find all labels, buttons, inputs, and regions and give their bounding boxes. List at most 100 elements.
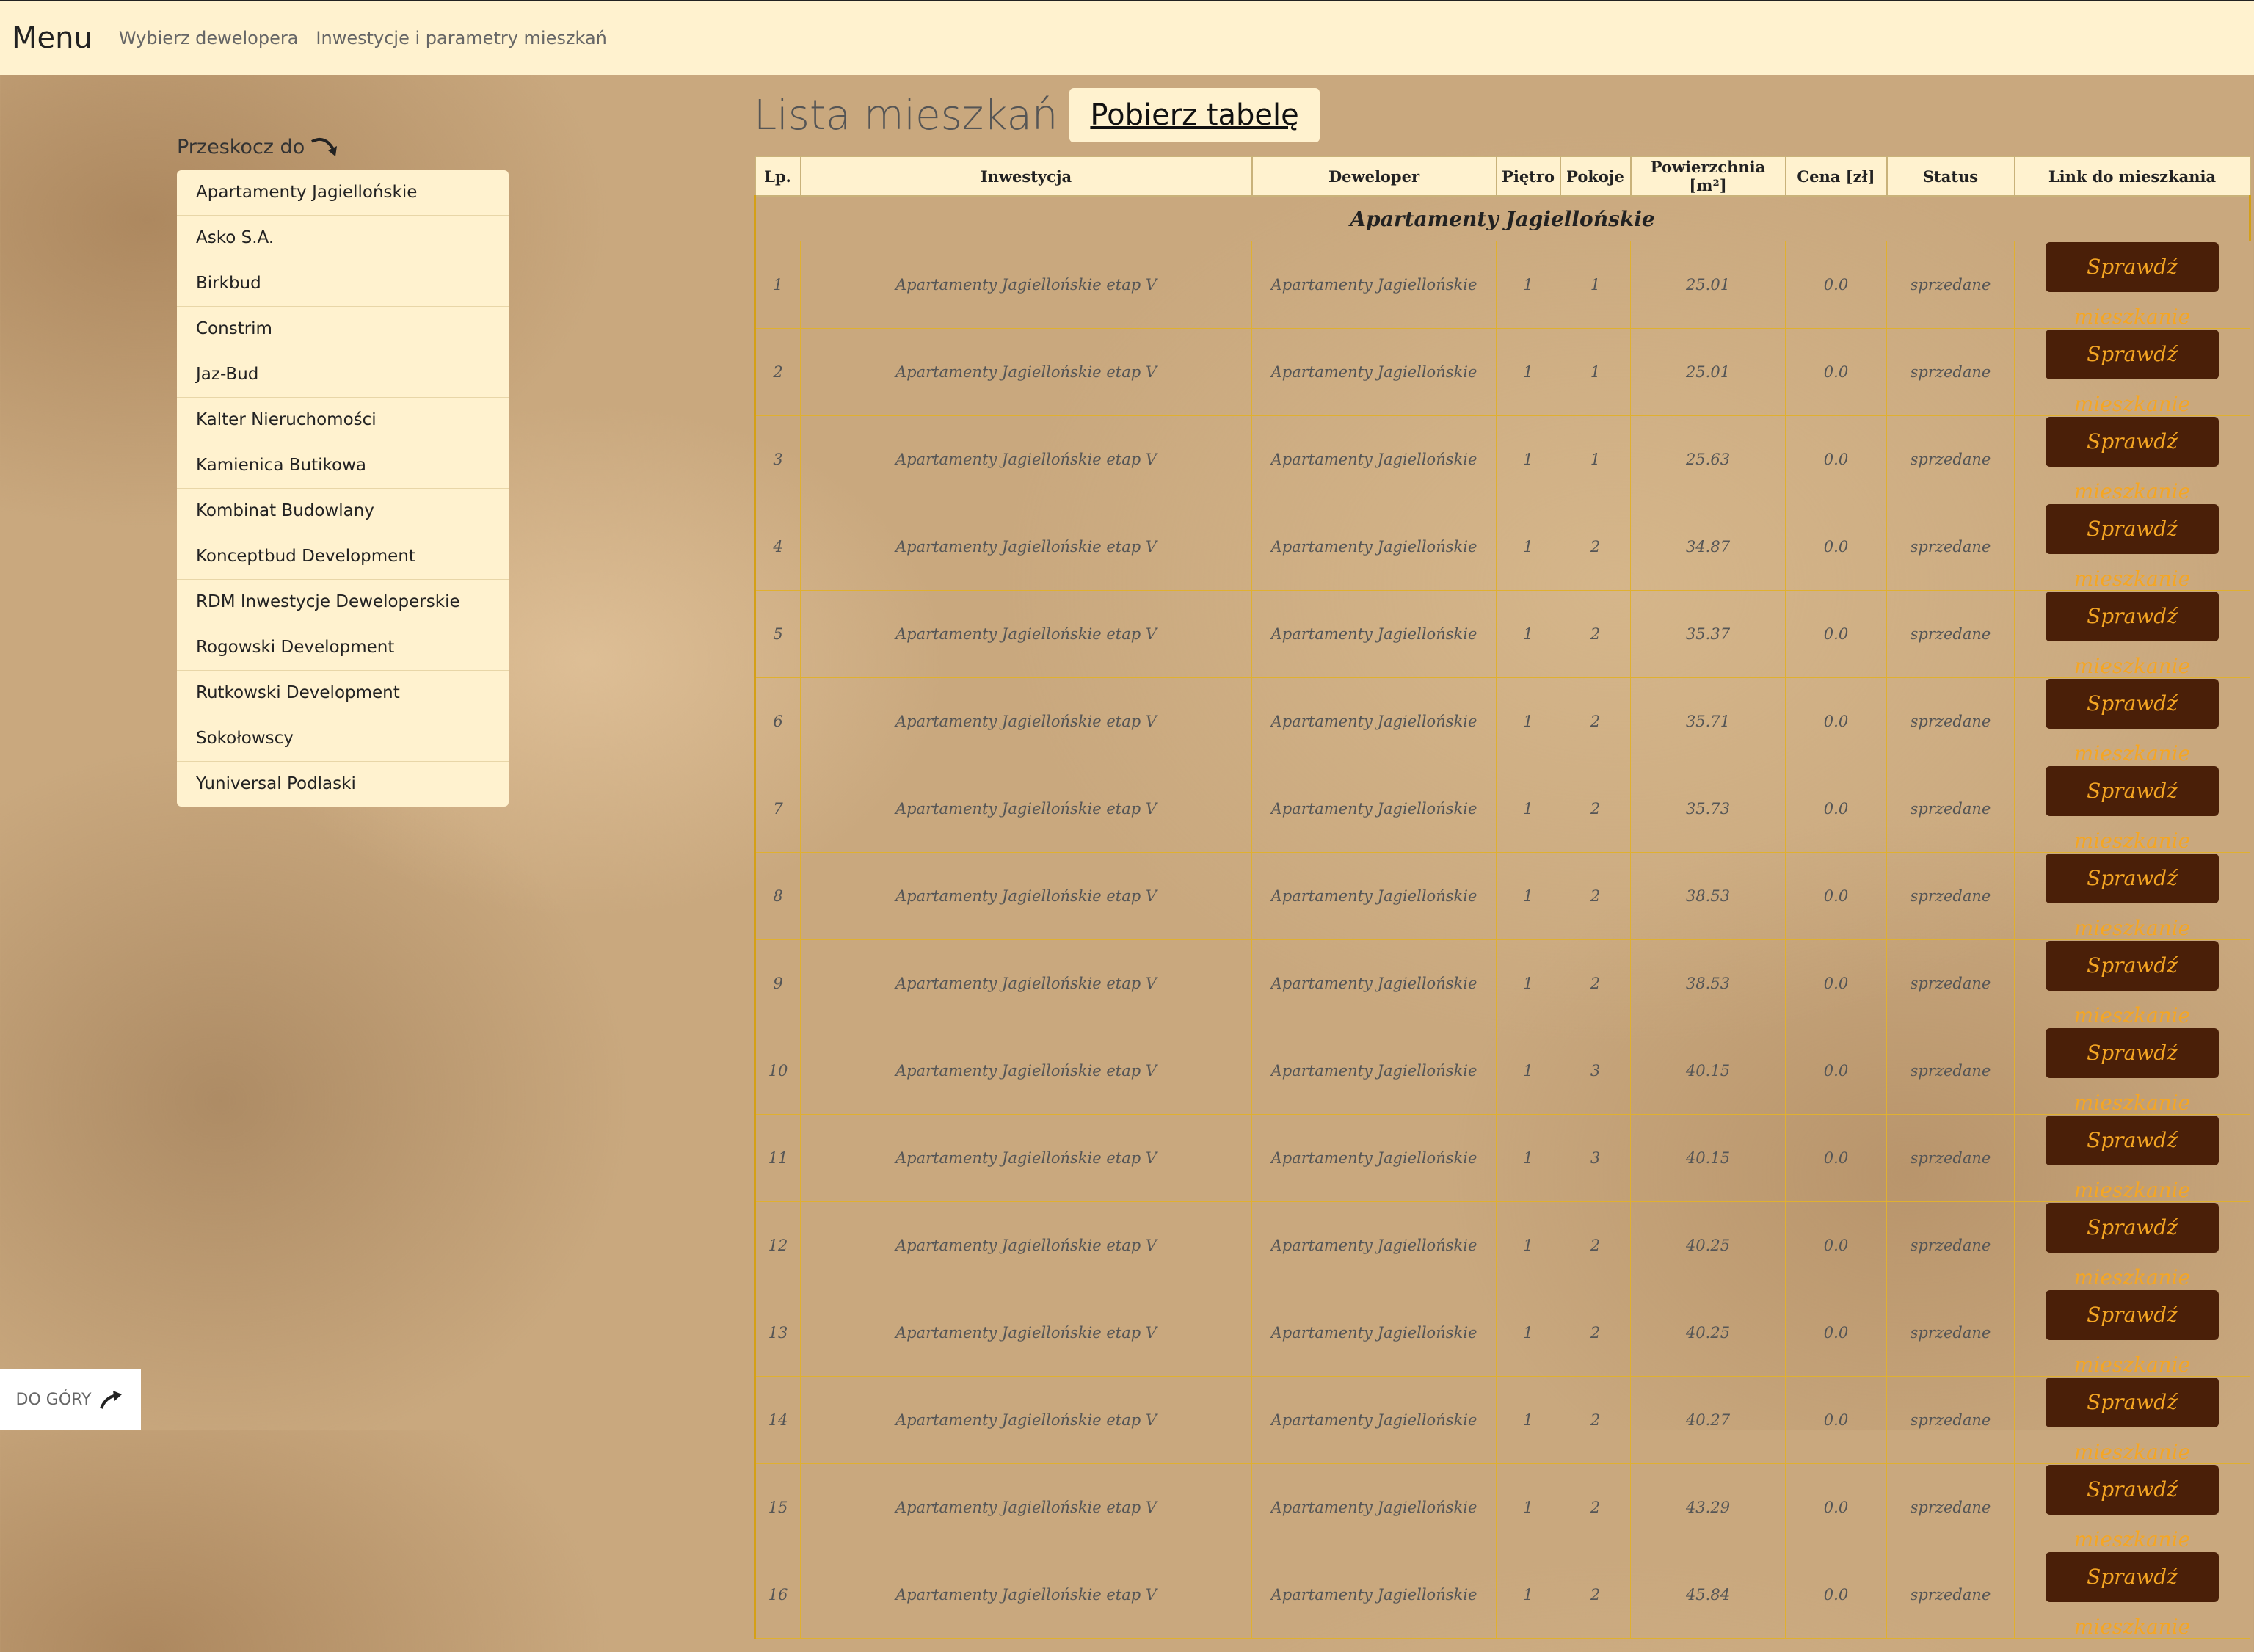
rooms-cell: 1 <box>1560 415 1631 503</box>
status-cell: sprzedane <box>1886 1463 2015 1551</box>
row-number: 7 <box>754 765 801 853</box>
jump-item[interactable]: Sokołowscy <box>177 716 509 762</box>
developer-cell: Apartamenty Jagiellońskie <box>1251 1376 1497 1464</box>
check-apartment-button[interactable]: Sprawdź mieszkanie <box>2046 1378 2219 1464</box>
jump-item[interactable]: Kamienica Butikowa <box>177 443 509 489</box>
jump-item[interactable]: Kombinat Budowlany <box>177 489 509 534</box>
status-cell: sprzedane <box>1886 939 2015 1027</box>
jump-item[interactable]: Constrim <box>177 307 509 352</box>
status-cell: sprzedane <box>1886 1376 2015 1464</box>
link-cell: Sprawdź mieszkanie <box>2014 1201 2250 1289</box>
rooms-cell: 3 <box>1560 1114 1631 1202</box>
table-row: 10 Apartamenty Jagiellońskie etap V Aparta… <box>754 1027 2250 1115</box>
nav-link-investments[interactable]: Inwestycje i parametry mieszkań <box>316 28 606 48</box>
price-cell: 0.0 <box>1785 765 1887 853</box>
row-number: 3 <box>754 415 801 503</box>
developer-cell: Apartamenty Jagiellońskie <box>1251 1201 1497 1289</box>
rooms-cell: 2 <box>1560 1376 1631 1464</box>
row-number: 11 <box>754 1114 801 1202</box>
floor-cell: 1 <box>1496 503 1560 591</box>
column-header: Link do mieszkania <box>2013 156 2251 197</box>
check-apartment-button[interactable]: Sprawdź mieszkanie <box>2046 330 2219 416</box>
check-apartment-button[interactable]: Sprawdź mieszkanie <box>2046 592 2219 678</box>
row-number: 15 <box>754 1463 801 1551</box>
area-cell: 34.87 <box>1630 503 1786 591</box>
table-header-row: Lp. Inwestycja Deweloper Piętro Pokoje Powier… <box>754 156 2251 197</box>
nav-link-choose-developer[interactable]: Wybierz dewelopera <box>119 28 299 48</box>
check-apartment-button[interactable]: Sprawdź mieszkanie <box>2046 417 2219 503</box>
check-apartment-button[interactable]: Sprawdź mieszkanie <box>2046 242 2219 329</box>
check-apartment-button[interactable]: Sprawdź mieszkanie <box>2046 1203 2219 1289</box>
jump-item[interactable]: Rutkowski Development <box>177 671 509 716</box>
price-cell: 0.0 <box>1785 415 1887 503</box>
status-cell: sprzedane <box>1886 677 2015 765</box>
check-apartment-button[interactable]: Sprawdź mieszkanie <box>2046 1465 2219 1551</box>
status-cell: sprzedane <box>1886 590 2015 678</box>
table-row: 8 Apartamenty Jagiellońskie etap V Apartam… <box>754 852 2250 940</box>
investment-cell: Apartamenty Jagiellońskie etap V <box>800 590 1252 678</box>
developer-cell: Apartamenty Jagiellońskie <box>1251 1551 1497 1639</box>
investment-cell: Apartamenty Jagiellońskie etap V <box>800 503 1252 591</box>
table-row: 9 Apartamenty Jagiellońskie etap V Apartam… <box>754 939 2250 1027</box>
area-cell: 35.73 <box>1630 765 1786 853</box>
price-cell: 0.0 <box>1785 503 1887 591</box>
rooms-cell: 2 <box>1560 1289 1631 1377</box>
download-table-button[interactable]: Pobierz tabelę <box>1069 88 1320 142</box>
area-cell: 40.25 <box>1630 1201 1786 1289</box>
jump-item[interactable]: RDM Inwestycje Deweloperskie <box>177 580 509 625</box>
link-cell: Sprawdź mieszkanie <box>2014 1376 2250 1464</box>
table-row: 16 Apartamenty Jagiellońskie etap V Aparta… <box>754 1551 2250 1639</box>
row-number: 12 <box>754 1201 801 1289</box>
check-apartment-button[interactable]: Sprawdź mieszkanie <box>2046 1290 2219 1377</box>
floor-cell: 1 <box>1496 1551 1560 1639</box>
floor-cell: 1 <box>1496 852 1560 940</box>
check-apartment-button[interactable]: Sprawdź mieszkanie <box>2046 1116 2219 1202</box>
jump-item[interactable]: Yuniversal Podlaski <box>177 762 509 807</box>
investment-cell: Apartamenty Jagiellońskie etap V <box>800 415 1252 503</box>
column-header: Lp. <box>754 156 801 197</box>
area-cell: 40.27 <box>1630 1376 1786 1464</box>
rooms-cell: 2 <box>1560 1463 1631 1551</box>
check-apartment-button[interactable]: Sprawdź mieszkanie <box>2046 504 2219 591</box>
jump-item[interactable]: Rogowski Development <box>177 625 509 671</box>
rooms-cell: 2 <box>1560 1551 1631 1639</box>
jump-item[interactable]: Apartamenty Jagiellońskie <box>177 170 509 216</box>
jump-item[interactable]: Kalter Nieruchomości <box>177 398 509 443</box>
check-apartment-button[interactable]: Sprawdź mieszkanie <box>2046 766 2219 853</box>
investment-cell: Apartamenty Jagiellońskie etap V <box>800 852 1252 940</box>
column-header: Cena [zł] <box>1784 156 1888 197</box>
table-row: 7 Apartamenty Jagiellońskie etap V Apartam… <box>754 765 2250 853</box>
jump-list: Apartamenty Jagiellońskie Asko S.A. Birkbu… <box>177 170 509 807</box>
jump-item[interactable]: Birkbud <box>177 261 509 307</box>
column-header: Piętro <box>1495 156 1561 197</box>
row-number: 14 <box>754 1376 801 1464</box>
check-apartment-button[interactable]: Sprawdź mieszkanie <box>2046 854 2219 940</box>
jump-item[interactable]: Asko S.A. <box>177 216 509 261</box>
row-number: 16 <box>754 1551 801 1639</box>
jump-item[interactable]: Jaz-Bud <box>177 352 509 398</box>
check-apartment-button[interactable]: Sprawdź mieszkanie <box>2046 679 2219 765</box>
curved-arrow-up-icon <box>100 1390 123 1409</box>
jump-item[interactable]: Konceptbud Development <box>177 534 509 580</box>
table-row: 15 Apartamenty Jagiellońskie etap V Aparta… <box>754 1463 2250 1551</box>
link-cell: Sprawdź mieszkanie <box>2014 1551 2250 1639</box>
rooms-cell: 2 <box>1560 590 1631 678</box>
link-cell: Sprawdź mieszkanie <box>2014 590 2250 678</box>
link-cell: Sprawdź mieszkanie <box>2014 852 2250 940</box>
menu-brand[interactable]: Menu <box>12 21 92 55</box>
table-row: 1 Apartamenty Jagiellońskie etap V Apartam… <box>754 241 2250 329</box>
back-to-top-button[interactable]: DO GÓRY <box>0 1369 141 1430</box>
table-body: Apartamenty Jagiellońskie 1 Apartamenty J… <box>754 195 2251 1639</box>
check-apartment-button[interactable]: Sprawdź mieszkanie <box>2046 941 2219 1027</box>
status-cell: sprzedane <box>1886 1027 2015 1115</box>
check-apartment-button[interactable]: Sprawdź mieszkanie <box>2046 1552 2219 1639</box>
investment-cell: Apartamenty Jagiellońskie etap V <box>800 1289 1252 1377</box>
area-cell: 40.15 <box>1630 1027 1786 1115</box>
area-cell: 43.29 <box>1630 1463 1786 1551</box>
check-apartment-button[interactable]: Sprawdź mieszkanie <box>2046 1028 2219 1115</box>
area-cell: 45.84 <box>1630 1551 1786 1639</box>
investment-cell: Apartamenty Jagiellońskie etap V <box>800 1463 1252 1551</box>
rooms-cell: 2 <box>1560 677 1631 765</box>
floor-cell: 1 <box>1496 677 1560 765</box>
link-cell: Sprawdź mieszkanie <box>2014 1289 2250 1377</box>
